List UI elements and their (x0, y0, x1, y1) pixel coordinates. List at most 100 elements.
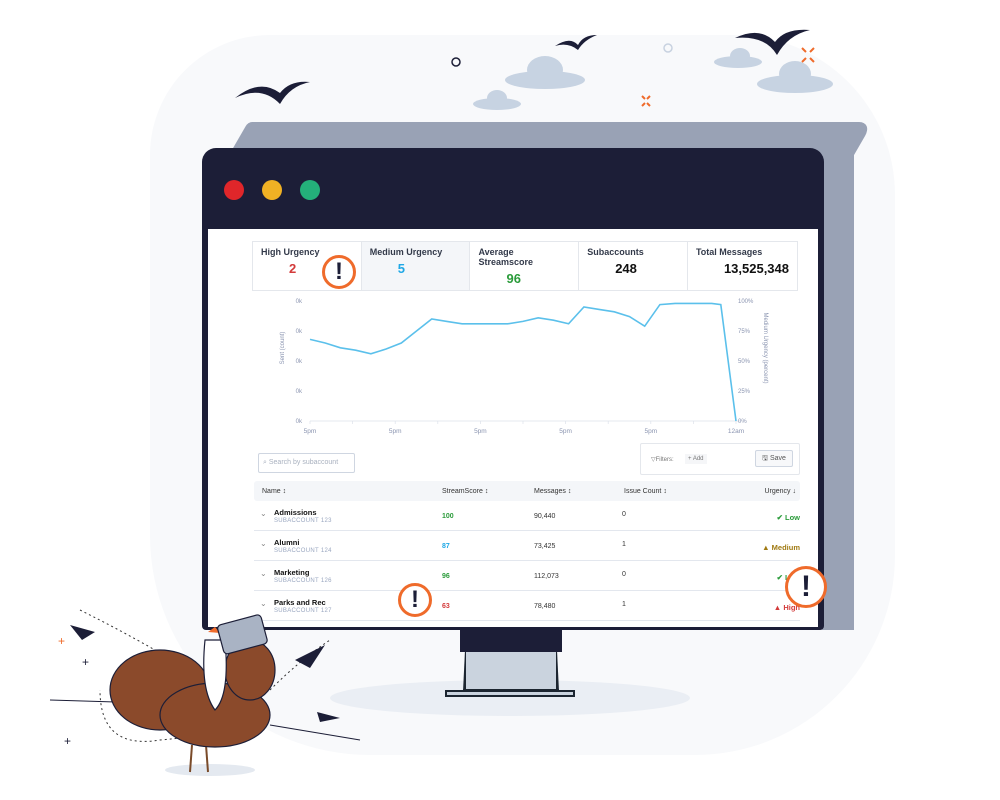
column-issue-count[interactable]: Issue Count ↕ (624, 488, 667, 495)
expand-chevron-icon[interactable]: ⌄ (260, 569, 267, 578)
stat-label: Subaccounts (587, 247, 644, 257)
filter-panel: ▽Filters: + Add 🖫 Save (640, 443, 800, 475)
turkey-mascot-illustration: + + + (49, 609, 361, 776)
issue-count-value: 1 (622, 601, 626, 608)
x-tick-label: 12am (728, 428, 744, 435)
urgency-label: Low (785, 513, 800, 522)
table-row[interactable]: ⌄MarketingSUBACCOUNT 12696112,0730✔ Low (254, 563, 800, 591)
urgency-badge: ✔ Low (777, 513, 800, 522)
subaccount-id: SUBACCOUNT 123 (274, 518, 332, 524)
header-label: Issue Count (624, 488, 662, 495)
monitor-base (445, 690, 575, 697)
y-tick-label: 0k (296, 299, 303, 305)
urgency-status-icon: ✔ (776, 573, 783, 582)
column-streamscore[interactable]: StreamScore ↕ (442, 488, 488, 495)
save-label: Save (769, 455, 786, 462)
streamscore-value: 63 (442, 603, 450, 610)
urgency-line-chart: Sent (count) Medium Urgency (percent) 0k… (280, 299, 768, 435)
bird-icon (555, 35, 597, 50)
monitor-side (822, 130, 854, 630)
y2-tick-label: 75% (738, 329, 751, 335)
x-tick-label: 5pm (559, 428, 572, 435)
close-window-button[interactable] (224, 180, 244, 200)
stat-average-streamscore[interactable]: Average Streamscore 96 (470, 242, 580, 290)
alert-icon: ! (322, 255, 356, 289)
search-placeholder: Search by subaccount (268, 459, 339, 466)
paper-plane-icon (295, 645, 325, 668)
column-messages[interactable]: Messages ↕ (534, 488, 571, 495)
save-icon: 🖫 (762, 455, 770, 462)
x-tick-label: 5pm (389, 428, 402, 435)
svg-text:+: + (58, 634, 65, 648)
x-tick-label: 5pm (304, 428, 317, 435)
sort-desc-icon: ↓ (792, 488, 797, 495)
subaccount-name[interactable]: Admissions (274, 508, 317, 517)
paper-plane-icon (70, 625, 95, 640)
table-header: Name ↕ StreamScore ↕ Messages ↕ Issue Co… (254, 481, 800, 501)
messages-value: 90,440 (534, 513, 556, 520)
monitor-neck (460, 630, 562, 652)
column-name[interactable]: Name ↕ (262, 488, 286, 495)
y-tick-label: 0k (296, 329, 303, 335)
y-tick-label: 0k (296, 389, 303, 395)
alert-icon: ! (785, 566, 827, 608)
svg-text:+: + (82, 655, 89, 669)
maximize-window-button[interactable] (300, 180, 320, 200)
cloud-icon (473, 48, 833, 110)
x-tick-label: 5pm (474, 428, 487, 435)
ring-icon (451, 57, 461, 67)
table-row[interactable]: ⌄ Alumni SUBACCOUNT 124 87 73,425 1 ▲ Medium (254, 533, 800, 561)
sky-decoration (235, 29, 833, 110)
streamscore-value: 96 (442, 573, 450, 580)
monitor-stand (463, 652, 559, 692)
y2-tick-label: 25% (738, 389, 751, 395)
paper-plane-icon (317, 712, 340, 722)
dashboard-screen: High Urgency 2 Medium Urgency 5 Average … (207, 228, 819, 628)
y2-axis-label: Medium Urgency (percent) (762, 312, 768, 383)
subaccount-id: SUBACCOUNT 124 (274, 548, 332, 554)
y2-tick-label: 50% (738, 359, 751, 365)
urgency-status-icon: ▲ (762, 543, 770, 552)
expand-chevron-icon[interactable]: ⌄ (260, 509, 267, 518)
header-label: Urgency (764, 488, 791, 495)
y-tick-label: 0k (296, 419, 303, 425)
header-label: Messages (534, 488, 566, 495)
add-filter-button[interactable]: + Add (685, 454, 707, 464)
stat-label: Total Messages (695, 247, 763, 257)
svg-text:+: + (64, 734, 71, 748)
stat-subaccounts[interactable]: Subaccounts 248 (579, 242, 688, 290)
filters-text: Filters: (655, 457, 674, 463)
streamscore-value: 100 (442, 513, 454, 520)
series-line (309, 302, 737, 422)
subaccount-name[interactable]: Alumni (274, 538, 299, 547)
stat-value: 5 (397, 261, 405, 276)
filters-label[interactable]: ▽Filters: (651, 456, 674, 463)
save-button[interactable]: 🖫 Save (755, 450, 793, 467)
sort-icon: ↕ (282, 488, 287, 495)
stat-label: Average Streamscore (478, 247, 534, 267)
issue-count-value: 0 (622, 511, 626, 518)
expand-chevron-icon[interactable]: ⌄ (260, 539, 267, 548)
issue-count-value: 0 (622, 571, 626, 578)
urgency-status-icon: ✔ (776, 513, 783, 522)
subaccount-name[interactable]: Marketing (274, 568, 309, 577)
sort-icon: ↕ (567, 488, 572, 495)
x-tick-label: 5pm (644, 428, 657, 435)
column-urgency[interactable]: Urgency ↓ (764, 488, 796, 495)
alert-icon: ! (398, 583, 432, 617)
messages-value: 73,425 (534, 543, 556, 550)
bird-icon (235, 81, 310, 104)
header-label: StreamScore (442, 488, 483, 495)
issue-count-value: 1 (622, 541, 626, 548)
y-axis-label: Sent (count) (280, 332, 286, 365)
table-row[interactable]: ⌄ Admissions SUBACCOUNT 123 100 90,440 0 ✔ Low (254, 503, 800, 531)
sort-icon: ↕ (663, 488, 667, 495)
urgency-status-icon: ▲ (773, 603, 782, 612)
stat-value: 248 (615, 261, 637, 276)
minimize-window-button[interactable] (262, 180, 282, 200)
stat-total-messages[interactable]: Total Messages 13,525,348 (688, 242, 797, 290)
stat-medium-urgency[interactable]: Medium Urgency 5 (361, 242, 471, 290)
urgency-label: Medium (771, 543, 800, 552)
search-input[interactable]: ⌕ Search by subaccount (258, 453, 355, 473)
streamscore-value: 87 (442, 543, 450, 550)
